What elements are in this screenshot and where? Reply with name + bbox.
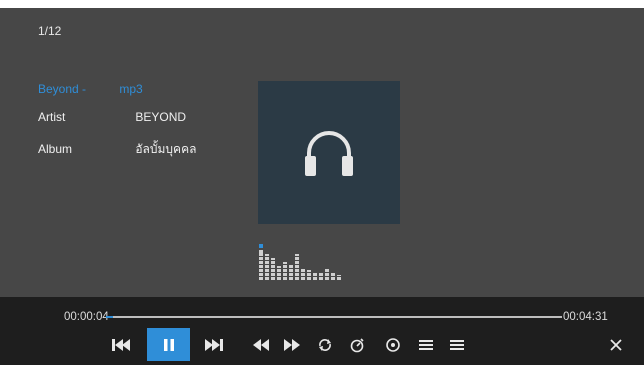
artist-value: BEYOND [135,110,187,124]
rewind-icon [253,339,269,351]
current-time: 00:00:04 [64,311,109,323]
timer-icon [350,338,364,353]
progress-fill [106,316,113,318]
close-button[interactable] [605,334,627,356]
total-time: 00:04:31 [563,311,608,323]
playlist-button[interactable] [416,334,436,356]
info-button[interactable] [382,334,404,356]
progress-bar[interactable] [106,316,562,318]
rewind-button[interactable] [250,335,272,355]
track-file-extension: mp3 [119,82,143,96]
equalizer-visualizer [259,244,379,280]
next-track-button[interactable] [201,335,227,355]
top-bar [0,0,644,8]
album-cover [258,81,400,224]
menu-button[interactable] [447,334,467,356]
info-icon [386,338,400,352]
headphones-icon [305,130,353,176]
pause-button[interactable] [147,328,190,361]
previous-track-icon [112,339,130,351]
track-counter: 1/12 [38,24,62,38]
artist-row: Artist BEYOND [38,110,186,124]
album-row: Album อัลบั้มบุคคล [38,140,196,159]
track-title-name: Beyond - [38,82,87,96]
timer-button[interactable] [346,334,368,356]
artist-label: Artist [38,110,66,124]
next-track-icon [205,339,223,351]
previous-track-button[interactable] [108,335,134,355]
fast-forward-button[interactable] [281,335,303,355]
pause-icon [163,338,174,351]
repeat-icon [319,339,331,351]
track-title: Beyond - mp3 [38,82,143,96]
album-value: อัลบั้มบุคคล [135,142,197,156]
playlist-icon [419,340,433,350]
album-label: Album [38,142,73,156]
fast-forward-icon [284,339,300,351]
repeat-button[interactable] [314,334,336,356]
close-icon [610,339,622,351]
menu-icon [450,340,464,350]
